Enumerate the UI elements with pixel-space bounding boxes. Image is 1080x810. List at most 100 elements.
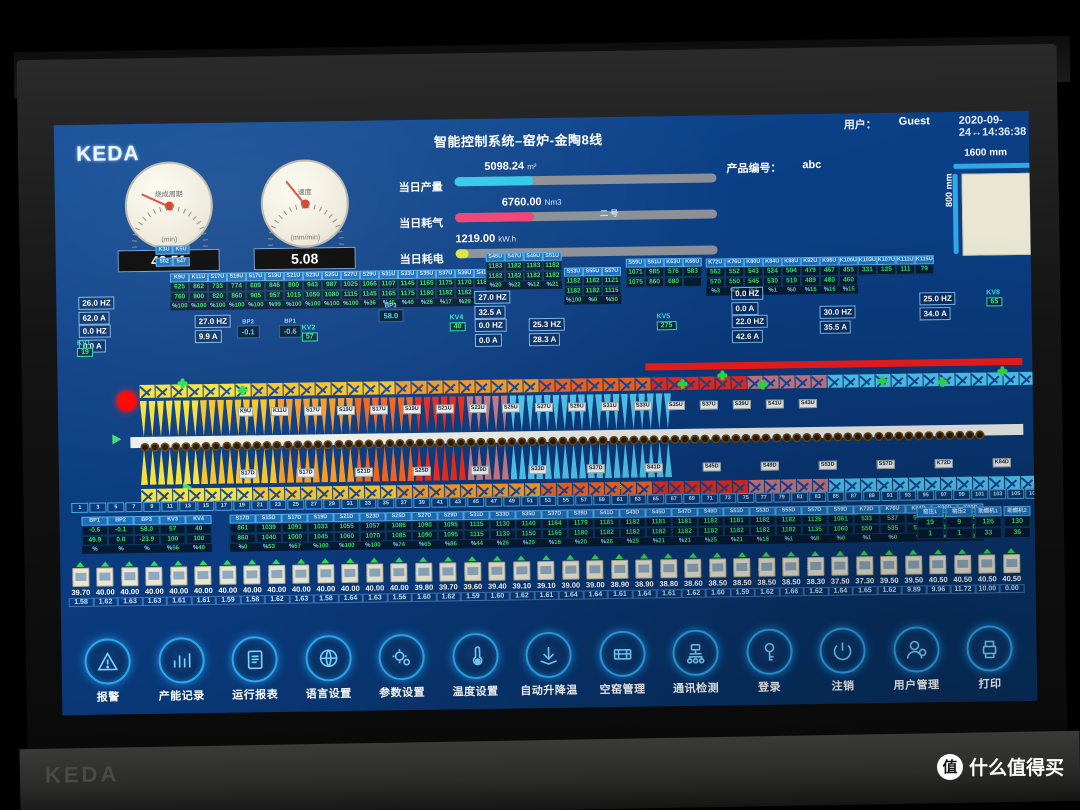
- data-column[interactable]: K66U 583: [682, 257, 703, 287]
- burner-segment[interactable]: [415, 397, 423, 433]
- fan-meter[interactable]: 13 40.00 1.63: [362, 557, 388, 603]
- burner-segment[interactable]: [321, 446, 329, 482]
- burner-segment[interactable]: [303, 398, 311, 434]
- actual-value[interactable]: 1182: [564, 286, 584, 297]
- burner-segment[interactable]: [433, 445, 441, 481]
- burner-segment[interactable]: [664, 393, 672, 429]
- burner-segment[interactable]: [553, 443, 561, 479]
- toolbar-button-language-globe[interactable]: 语言设置: [295, 634, 362, 702]
- actual-value[interactable]: 1182: [619, 527, 646, 538]
- burner-segment[interactable]: [183, 448, 191, 484]
- actual-value[interactable]: 957: [265, 290, 285, 302]
- actual-value[interactable]: 519: [782, 276, 802, 287]
- data-column[interactable]: S27U 1025 1115 %100: [340, 270, 361, 309]
- burner-segment[interactable]: [201, 448, 209, 484]
- fan-frequency[interactable]: 40.00: [338, 584, 363, 593]
- toolbar-button-power[interactable]: 注销: [809, 627, 876, 694]
- burner-segment[interactable]: [372, 445, 380, 481]
- fan-meter[interactable]: 31 38.30 1.62: [803, 550, 829, 597]
- setpoint-value[interactable]: 1121: [601, 275, 622, 287]
- data-column[interactable]: S55D 1182 1182 %1: [775, 506, 802, 544]
- burner-segment[interactable]: [209, 400, 217, 436]
- burner-segment[interactable]: [518, 395, 526, 431]
- fan-hz-readout[interactable]: 26.0 HZ: [78, 296, 115, 310]
- setpoint-value[interactable]: 583: [682, 266, 702, 277]
- data-column[interactable]: S19D 1033 1045 %100: [307, 513, 335, 551]
- setpoint-value[interactable]: 533: [853, 514, 880, 525]
- burner-segment[interactable]: [200, 400, 208, 436]
- actual-value[interactable]: 0.0: [107, 535, 134, 546]
- key-icon[interactable]: [745, 628, 793, 676]
- fan-meter[interactable]: 22 39.00 1.64: [583, 554, 608, 600]
- fan-current[interactable]: 9.89: [901, 585, 927, 595]
- data-column[interactable]: S23U 943 1050 %100: [302, 271, 323, 309]
- setpoint-value[interactable]: 543: [743, 266, 764, 278]
- fan-current[interactable]: 1.62: [754, 587, 780, 597]
- fan-current[interactable]: 1.59: [460, 591, 486, 602]
- burner-segment[interactable]: [579, 442, 587, 478]
- data-column[interactable]: S53D 1182 1182 %18: [749, 506, 776, 544]
- fan-current[interactable]: 1.64: [632, 589, 657, 599]
- zone-index[interactable]: 89: [863, 491, 881, 502]
- setpoint-value[interactable]: 625: [170, 282, 190, 293]
- bar-chart-icon[interactable]: [157, 637, 205, 684]
- actual-value[interactable]: 489: [800, 275, 821, 287]
- fan-frequency[interactable]: 40.00: [167, 586, 192, 595]
- zone-index[interactable]: 39: [413, 497, 431, 508]
- fan-current[interactable]: 0.00: [999, 583, 1025, 594]
- burner-segment[interactable]: [613, 442, 621, 478]
- fan-meter[interactable]: 18 39.40 1.60: [485, 555, 510, 601]
- summary-value-2[interactable]: 33: [974, 527, 1002, 539]
- fan-current[interactable]: 1.63: [117, 597, 143, 607]
- burner-segment[interactable]: [338, 446, 346, 482]
- fan-meter[interactable]: 6 40.00 1.61: [191, 560, 216, 606]
- burner-segment[interactable]: [217, 400, 225, 436]
- burner-segment[interactable]: [475, 396, 483, 432]
- zone-index[interactable]: 1: [71, 502, 89, 514]
- actual-value[interactable]: 1182: [775, 525, 802, 536]
- fan-amp-readout[interactable]: 32.5 A: [474, 305, 506, 320]
- setpoint-value[interactable]: 479: [800, 265, 820, 277]
- fan-current[interactable]: 1.64: [828, 586, 853, 596]
- zone-index[interactable]: 7: [125, 501, 143, 513]
- actual-value[interactable]: 1115: [341, 289, 361, 301]
- actual-value[interactable]: 530: [763, 276, 783, 287]
- data-column[interactable]: K111U 111: [895, 255, 916, 293]
- actual-value[interactable]: 1060: [827, 524, 854, 535]
- fan-frequency[interactable]: 38.80: [656, 579, 681, 588]
- setpoint-value[interactable]: 1182: [542, 260, 562, 272]
- burner-segment[interactable]: [209, 448, 217, 484]
- data-column[interactable]: 502: [155, 257, 173, 267]
- fan-meter[interactable]: 38 40.50 10.00: [975, 548, 1000, 594]
- data-column[interactable]: S51D 1181 1182 %21: [723, 506, 750, 545]
- data-column[interactable]: S45U 1183 1182 %20: [485, 252, 506, 290]
- setpoint-value[interactable]: 862: [189, 281, 209, 293]
- fan-frequency[interactable]: 40.00: [265, 585, 290, 594]
- zone-index[interactable]: 63: [629, 494, 647, 505]
- summary-value-2[interactable]: 1: [916, 528, 944, 540]
- fan-frequency[interactable]: 39.00: [558, 580, 583, 590]
- setpoint-value[interactable]: 1140: [515, 519, 542, 530]
- fan-hz-readout[interactable]: 0.0 HZ: [78, 324, 111, 338]
- setpoint-value[interactable]: 1066: [360, 279, 380, 290]
- zone-index[interactable]: 91: [881, 490, 899, 502]
- data-column[interactable]: BP2 -0.1 0.0%: [107, 516, 135, 554]
- fan-current[interactable]: 1.64: [583, 590, 608, 600]
- setpoint-value[interactable]: 1061: [827, 514, 854, 525]
- burner-segment[interactable]: [466, 396, 474, 432]
- fan-current[interactable]: 1.60: [485, 591, 510, 601]
- fan-frequency[interactable]: 40.00: [191, 586, 216, 595]
- zone-index[interactable]: 59: [593, 495, 611, 506]
- setpoint-value[interactable]: 609: [246, 281, 266, 292]
- setpoint-value[interactable]: 733: [208, 281, 228, 292]
- burner-segment[interactable]: [372, 397, 380, 433]
- burner-segment[interactable]: [226, 448, 234, 484]
- burner-segment[interactable]: [277, 399, 285, 435]
- burner-segment[interactable]: [174, 400, 182, 436]
- zone-index[interactable]: 83: [809, 491, 827, 503]
- setpoint-value[interactable]: 1145: [397, 278, 418, 290]
- burner-segment[interactable]: [449, 396, 457, 432]
- fan-current[interactable]: 1.63: [142, 596, 167, 607]
- data-column[interactable]: S41D 1181 1182 %26: [593, 508, 620, 547]
- data-column[interactable]: K3U: [155, 245, 173, 255]
